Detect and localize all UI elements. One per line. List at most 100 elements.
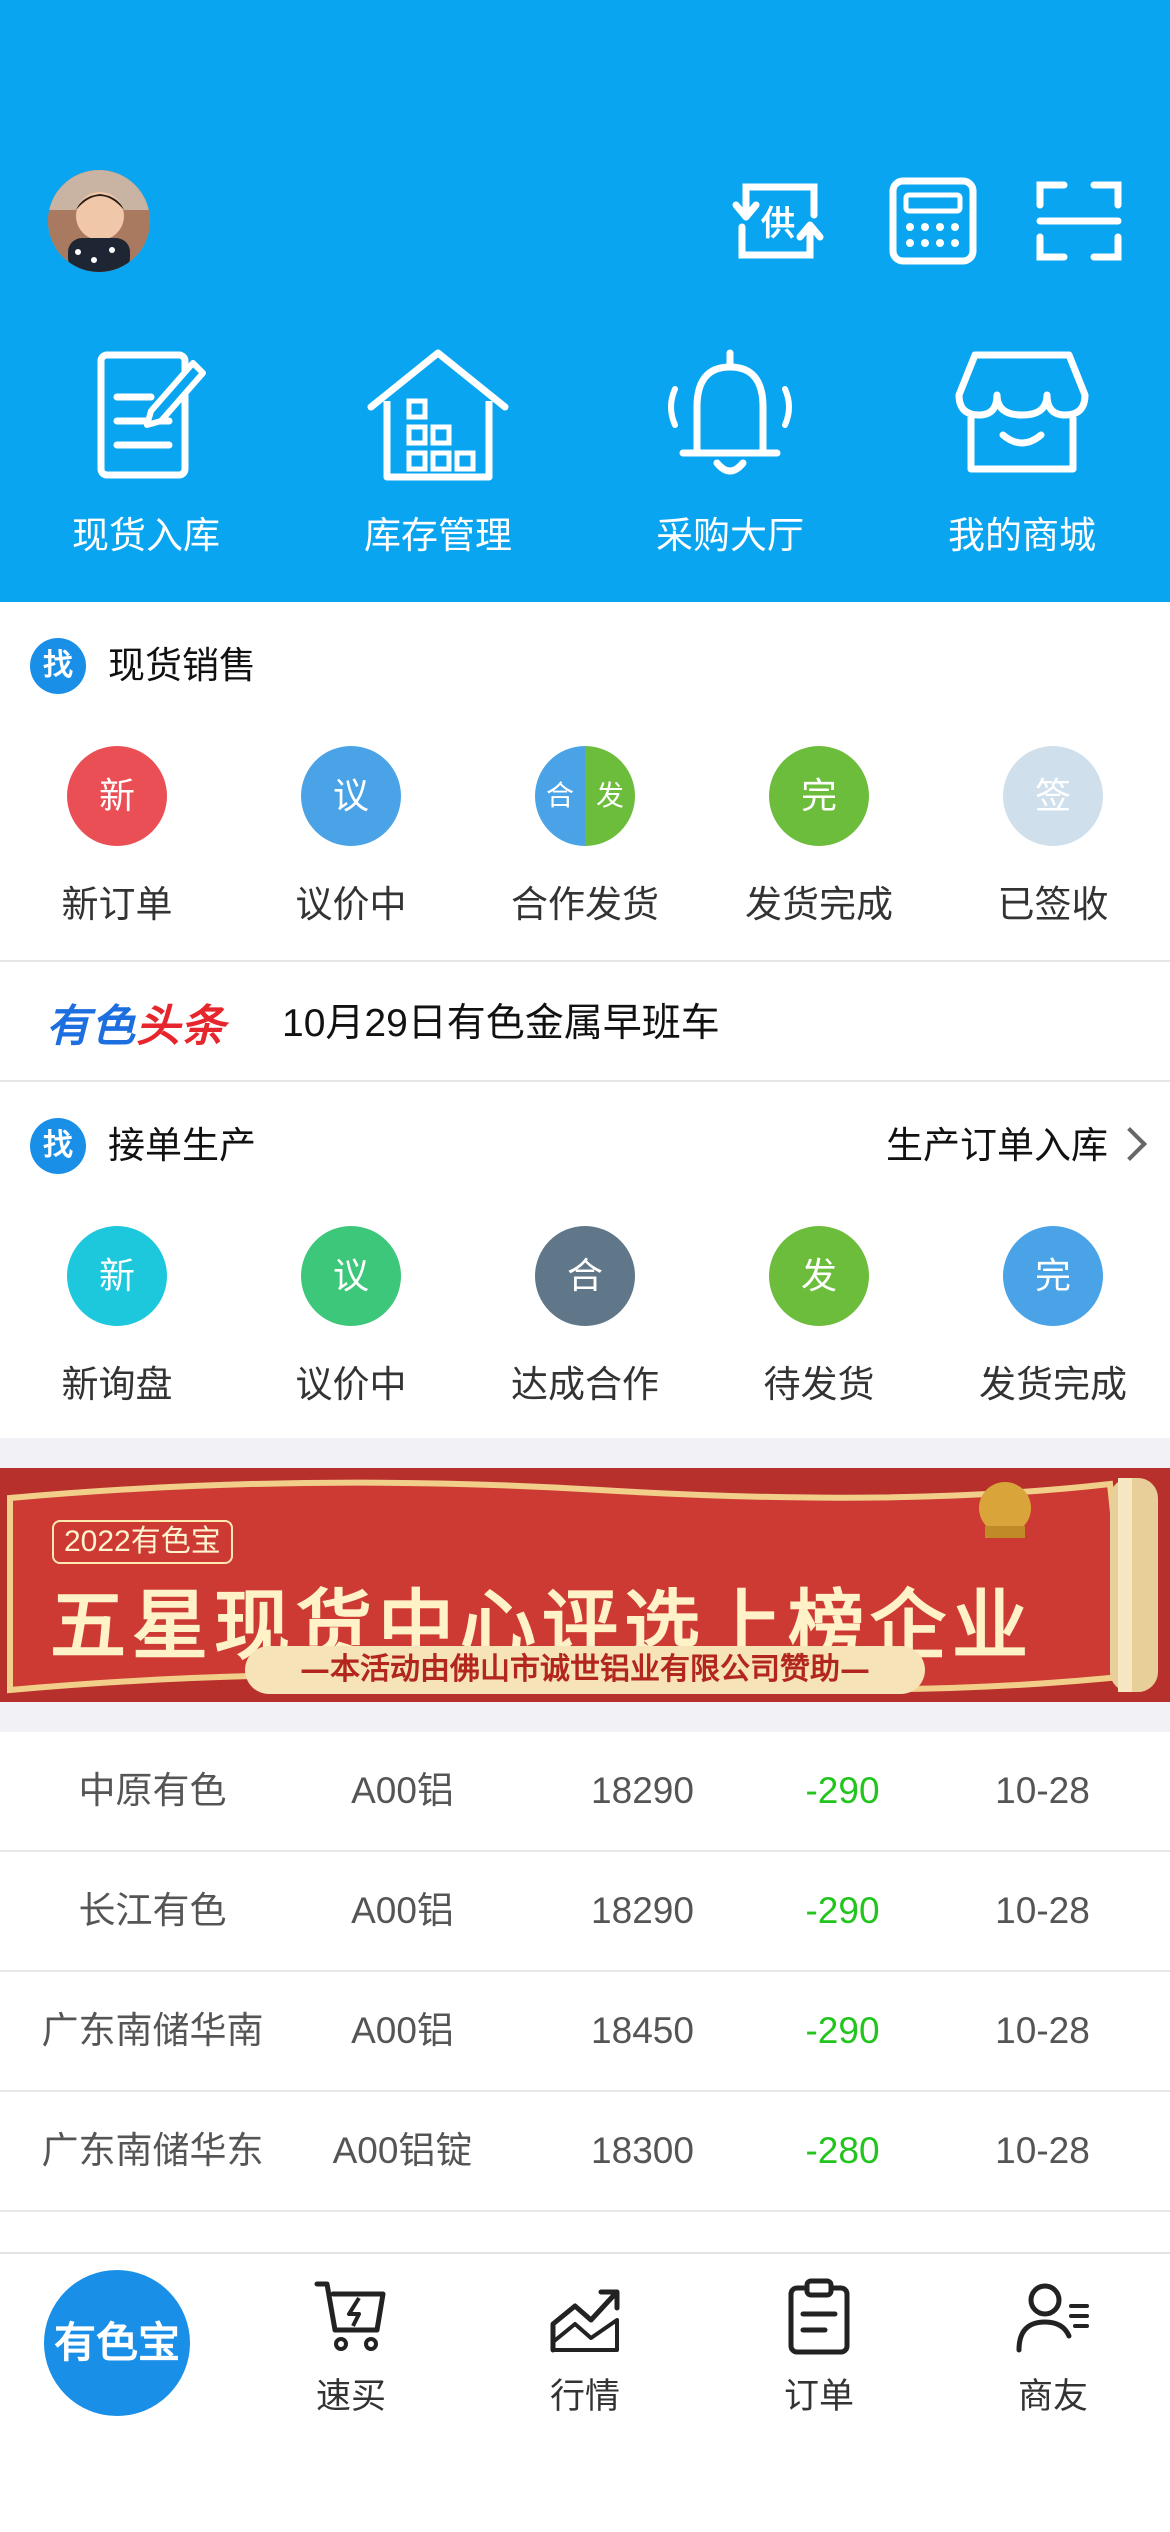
chevron-right-icon[interactable] bbox=[1113, 1127, 1147, 1161]
tab-label: 商友 bbox=[1017, 2377, 1088, 2416]
status-negotiating[interactable]: 议 议价中 bbox=[234, 1226, 468, 1426]
table-row[interactable]: 广东南储华东 A00铝锭 18300 -280 10-28 bbox=[0, 2092, 1170, 2212]
split-right: 发 bbox=[585, 746, 635, 846]
status-label: 待发货 bbox=[763, 1364, 875, 1405]
status-circle: 议 bbox=[301, 1226, 401, 1326]
shop-icon bbox=[955, 351, 1089, 473]
divider bbox=[0, 1080, 1170, 1082]
price-cell: 18300 bbox=[591, 2130, 694, 2171]
status-circle-split: 合 发 bbox=[535, 746, 635, 846]
tab-label: 速买 bbox=[315, 2377, 386, 2416]
status-signed[interactable]: 签 已签收 bbox=[936, 746, 1170, 946]
market-cell: 中原有色 bbox=[78, 1770, 227, 1811]
status-label: 达成合作 bbox=[511, 1364, 659, 1405]
section-gap bbox=[0, 1438, 1170, 1468]
avatar[interactable] bbox=[48, 170, 150, 272]
date-cell: 10-28 bbox=[995, 1770, 1090, 1811]
quick-label: 现货入库 bbox=[72, 515, 220, 556]
status-circle: 议 bbox=[301, 746, 401, 846]
promo-banner[interactable]: 2022有色宝 五星现货中心评选上榜企业 —本活动由佛山市诚世铝业有限公司赞助— bbox=[0, 1468, 1170, 1702]
tab-market[interactable]: 行情 bbox=[468, 2276, 702, 2426]
news-ticker[interactable]: 有色头条 10月29日有色金属早班车 bbox=[0, 962, 1170, 1080]
status-circle: 合 bbox=[535, 1226, 635, 1326]
quick-my-shop[interactable]: 我的商城 bbox=[876, 345, 1168, 556]
quick-inventory[interactable]: 库存管理 bbox=[292, 345, 584, 556]
find-badge: 找 bbox=[30, 1118, 86, 1174]
section-title: 接单生产 bbox=[108, 1125, 256, 1166]
status-label: 新订单 bbox=[61, 884, 173, 925]
section-title: 现货销售 bbox=[108, 645, 256, 686]
status-circle: 完 bbox=[1003, 1226, 1103, 1326]
date-cell: 10-28 bbox=[995, 2130, 1090, 2171]
market-cell: 广东南储华南 bbox=[41, 2010, 264, 2051]
supply-swap-icon[interactable]: 供 bbox=[728, 175, 828, 267]
table-row[interactable]: 中原有色 A00铝 18290 -290 10-28 bbox=[0, 1732, 1170, 1852]
cart-icon bbox=[314, 2281, 386, 2351]
production-header: 找 接单生产 生产订单入库 bbox=[0, 1102, 1170, 1182]
document-edit-icon bbox=[97, 351, 206, 479]
quick-label: 采购大厅 bbox=[656, 515, 804, 556]
change-cell: -290 bbox=[805, 1890, 880, 1931]
price-cell: 18290 bbox=[591, 1890, 694, 1931]
status-circle: 新 bbox=[67, 1226, 167, 1326]
warehouse-icon bbox=[367, 349, 509, 481]
split-left: 合 bbox=[535, 746, 585, 846]
tab-label: 行情 bbox=[549, 2377, 620, 2416]
price-cell: 18290 bbox=[591, 1770, 694, 1811]
contacts-icon bbox=[1016, 2283, 1089, 2353]
banner-subtitle: —本活动由佛山市诚世铝业有限公司赞助— bbox=[245, 1646, 925, 1694]
scan-icon[interactable] bbox=[1034, 175, 1124, 267]
change-cell: -290 bbox=[805, 1770, 880, 1811]
home-tab-button[interactable]: 有色宝 bbox=[44, 2270, 190, 2416]
market-cell: 广东南储华东 bbox=[41, 2130, 264, 2171]
spot-sales-status-row: 新 新订单 议 议价中 合 发 合作发货 完 发货完成 签 已签收 bbox=[0, 746, 1170, 946]
product-cell: A00铝 bbox=[351, 2010, 454, 2051]
date-cell: 10-28 bbox=[995, 1890, 1090, 1931]
production-stock-in-link[interactable]: 生产订单入库 bbox=[886, 1118, 1108, 1174]
status-circle: 新 bbox=[67, 746, 167, 846]
news-logo-part-a: 有色 bbox=[46, 1002, 136, 1051]
status-label: 发货完成 bbox=[745, 884, 893, 925]
status-label: 已签收 bbox=[997, 884, 1109, 925]
news-logo: 有色头条 bbox=[46, 990, 226, 1054]
status-to-ship[interactable]: 发 待发货 bbox=[702, 1226, 936, 1426]
change-cell: -290 bbox=[805, 2010, 880, 2051]
status-label: 议价中 bbox=[295, 884, 407, 925]
status-new-order[interactable]: 新 新订单 bbox=[0, 746, 234, 946]
tab-friends[interactable]: 商友 bbox=[936, 2276, 1170, 2426]
status-coop-shipping[interactable]: 合 发 合作发货 bbox=[468, 746, 702, 946]
tab-label: 订单 bbox=[783, 2377, 854, 2416]
status-label: 合作发货 bbox=[511, 884, 659, 925]
status-shipped[interactable]: 完 发货完成 bbox=[936, 1226, 1170, 1426]
quick-stock-in[interactable]: 现货入库 bbox=[0, 345, 292, 556]
quick-purchase-hall[interactable]: 采购大厅 bbox=[584, 345, 876, 556]
status-shipped[interactable]: 完 发货完成 bbox=[702, 746, 936, 946]
calculator-icon[interactable] bbox=[888, 175, 978, 267]
bottom-tab-bar: 有色宝 速买 行情 订单 商友 bbox=[0, 2252, 1170, 2532]
tab-orders[interactable]: 订单 bbox=[702, 2276, 936, 2426]
trend-chart-icon bbox=[550, 2289, 620, 2353]
status-label: 议价中 bbox=[295, 1364, 407, 1405]
supply-icon-text: 供 bbox=[760, 204, 795, 244]
banner-tag: 2022有色宝 bbox=[52, 1520, 233, 1564]
table-row[interactable]: 广东南储华南 A00铝 18450 -290 10-28 bbox=[0, 1972, 1170, 2092]
quick-label: 库存管理 bbox=[364, 515, 512, 556]
date-cell: 10-28 bbox=[995, 2010, 1090, 2051]
news-headline[interactable]: 10月29日有色金属早班车 bbox=[282, 992, 720, 1048]
status-new-inquiry[interactable]: 新 新询盘 bbox=[0, 1226, 234, 1426]
status-agreed[interactable]: 合 达成合作 bbox=[468, 1226, 702, 1426]
market-cell: 长江有色 bbox=[78, 1890, 227, 1931]
change-cell: -280 bbox=[805, 2130, 880, 2171]
table-row[interactable]: 长江有色 A00铝 18290 -290 10-28 bbox=[0, 1852, 1170, 1972]
quick-actions: 现货入库 库存管理 采购大厅 我的商城 bbox=[0, 345, 1170, 556]
status-circle: 发 bbox=[769, 1226, 869, 1326]
find-badge: 找 bbox=[30, 638, 86, 694]
status-label: 新询盘 bbox=[61, 1364, 173, 1405]
status-circle: 完 bbox=[769, 746, 869, 846]
status-circle: 签 bbox=[1003, 746, 1103, 846]
product-cell: A00铝 bbox=[351, 1770, 454, 1811]
tab-quick-buy[interactable]: 速买 bbox=[234, 2276, 468, 2426]
product-cell: A00铝锭 bbox=[332, 2130, 473, 2171]
quick-label: 我的商城 bbox=[948, 515, 1096, 556]
status-negotiating[interactable]: 议 议价中 bbox=[234, 746, 468, 946]
